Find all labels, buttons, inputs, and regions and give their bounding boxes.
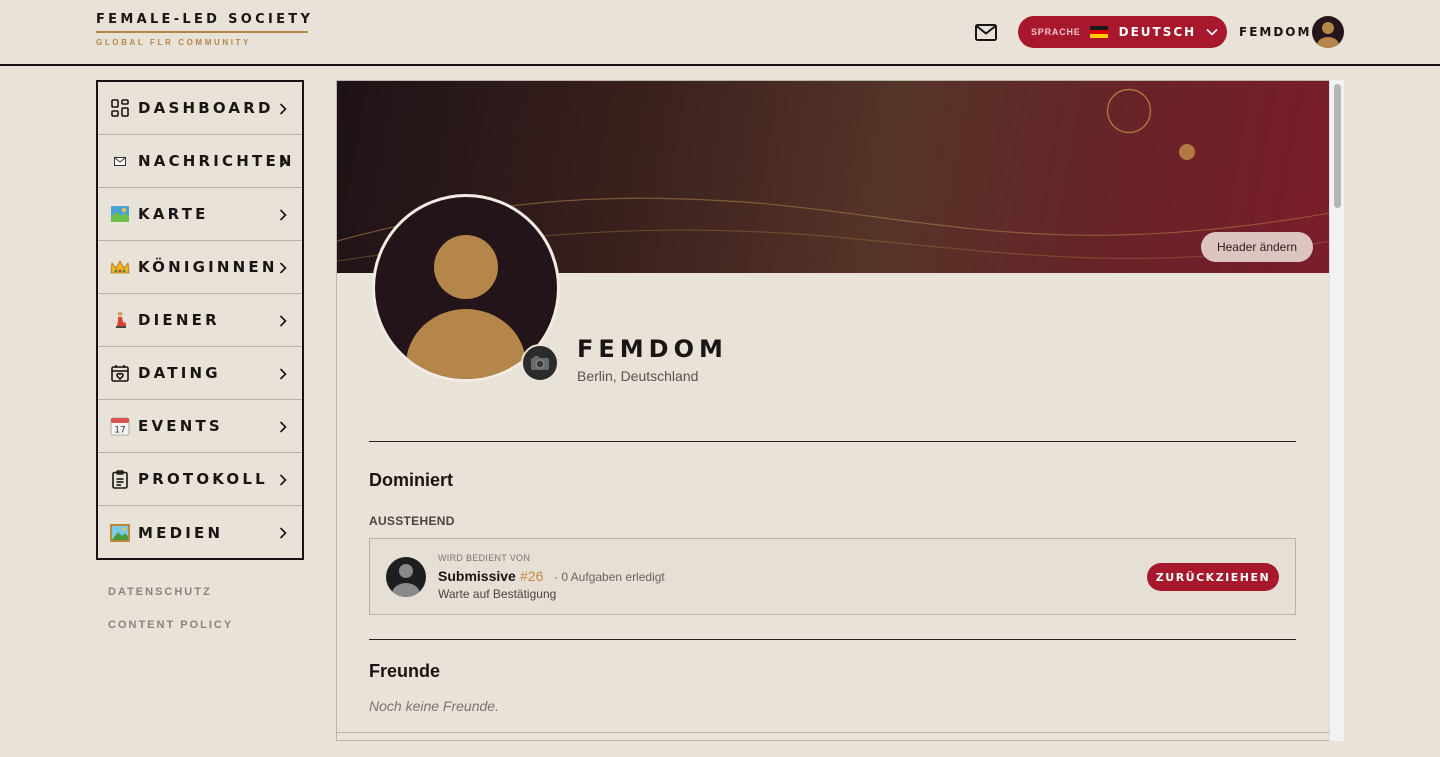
language-selector[interactable]: SPRACHE DEUTSCH (1018, 16, 1227, 48)
grid-icon (110, 98, 130, 118)
camera-icon (531, 356, 549, 370)
sidebar-item-label: EVENTS (138, 417, 223, 435)
chevron-right-icon (279, 314, 287, 332)
sidebar-item-label: KÖNIGINNEN (138, 258, 278, 276)
friends-empty-text: Noch keine Freunde. (369, 698, 499, 714)
sidebar-item-queens[interactable]: KÖNIGINNEN (98, 241, 302, 294)
sidebar-item-label: NACHRICHTEN (138, 152, 295, 170)
calendar-heart-icon (110, 363, 130, 383)
divider (337, 732, 1329, 733)
sidebar-item-protocol[interactable]: PROTOKOLL (98, 453, 302, 506)
pending-label: AUSSTEHEND (369, 514, 455, 528)
profile-panel: Header ändern FEMDOM Berlin, Deutschland… (336, 80, 1329, 741)
chevron-right-icon (279, 102, 287, 120)
chevron-right-icon (279, 367, 287, 385)
sidebar-item-events[interactable]: 17 EVENTS (98, 400, 302, 453)
chevron-right-icon (279, 155, 287, 173)
sidebar-item-servants[interactable]: DIENER (98, 294, 302, 347)
profile-name: FEMDOM (577, 335, 728, 363)
divider (369, 639, 1296, 640)
brand-subtitle: GLOBAL FLR COMMUNITY (96, 38, 251, 47)
user-avatar[interactable] (1312, 16, 1344, 48)
withdraw-button[interactable]: ZURÜCKZIEHEN (1147, 563, 1279, 591)
section-title-friends: Freunde (369, 661, 441, 681)
envelope-icon (110, 151, 130, 171)
status-text: Warte auf Bestätigung (438, 587, 557, 601)
sidebar-item-label: PROTOKOLL (138, 470, 268, 488)
avatar-silhouette-icon (392, 564, 420, 597)
tasks-count: · 0 Aufgaben erledigt (554, 570, 665, 584)
chevron-right-icon (279, 420, 287, 438)
sidebar-item-label: MEDIEN (138, 523, 224, 542)
sidebar-item-messages[interactable]: NACHRICHTEN (98, 135, 302, 188)
divider (369, 441, 1296, 442)
scrollbar[interactable] (1329, 80, 1344, 741)
chevron-right-icon (279, 208, 287, 226)
messages-button[interactable] (974, 21, 998, 43)
sidebar-item-dashboard[interactable]: DASHBOARD (98, 82, 302, 135)
chevron-right-icon (279, 261, 287, 279)
section-title-dominated: Dominiert (369, 470, 454, 490)
sidebar-item-dating[interactable]: DATING (98, 347, 302, 400)
clipboard-icon (110, 469, 130, 489)
chevron-right-icon (279, 473, 287, 491)
sidebar-item-map[interactable]: KARTE (98, 188, 302, 241)
language-label: SPRACHE (1031, 27, 1081, 37)
sidebar-nav: DASHBOARD NACHRICHTEN KARTE KÖNIGINNEN D… (96, 80, 304, 560)
submissive-number: #26 (520, 568, 544, 584)
sidebar-item-label: KARTE (138, 205, 209, 223)
avatar[interactable] (386, 557, 426, 597)
submissive-name[interactable]: Submissive (438, 568, 516, 584)
privacy-link[interactable]: DATENSCHUTZ (108, 586, 212, 598)
calendar-icon: 17 (110, 416, 130, 436)
change-avatar-button[interactable] (521, 344, 559, 382)
change-header-button[interactable]: Header ändern (1201, 232, 1313, 262)
user-name[interactable]: FEMDOM (1239, 25, 1311, 39)
sidebar-item-label: DASHBOARD (138, 99, 274, 117)
kneeling-person-icon (110, 310, 130, 330)
picture-icon (110, 523, 130, 543)
map-icon (110, 204, 130, 224)
profile-location: Berlin, Deutschland (577, 368, 699, 384)
served-by-label: WIRD BEDIENT VON (438, 553, 531, 563)
top-bar: FEMALE-LED SOCIETY GLOBAL FLR COMMUNITY … (0, 0, 1440, 66)
sidebar-item-label: DIENER (138, 311, 220, 329)
brand-title: FEMALE-LED SOCIETY (96, 12, 310, 33)
envelope-icon (975, 23, 997, 41)
language-value: DEUTSCH (1118, 25, 1197, 39)
pending-relationship-card: WIRD BEDIENT VON Submissive #26 · 0 Aufg… (369, 538, 1296, 615)
chevron-down-icon (1206, 28, 1218, 36)
chevron-right-icon (279, 526, 287, 544)
svg-text:17: 17 (114, 426, 125, 436)
german-flag-icon (1089, 26, 1108, 38)
avatar-silhouette-icon (1317, 22, 1339, 48)
crown-icon (110, 257, 130, 277)
brand-logo[interactable]: FEMALE-LED SOCIETY GLOBAL FLR COMMUNITY (96, 12, 310, 47)
scrollbar-thumb[interactable] (1334, 84, 1341, 208)
sidebar-item-media[interactable]: MEDIEN (98, 506, 302, 559)
sidebar-item-label: DATING (138, 364, 221, 382)
content-policy-link[interactable]: CONTENT POLICY (108, 619, 233, 631)
